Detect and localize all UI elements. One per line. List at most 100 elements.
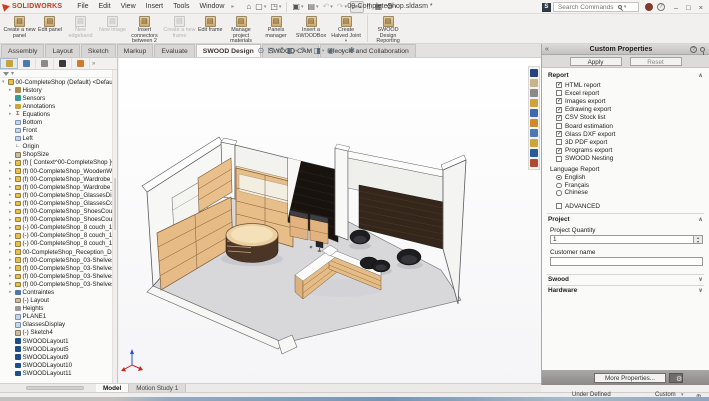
radio-fran-ais[interactable]	[556, 183, 562, 189]
dropdown-caret-icon[interactable]: ▾	[279, 4, 282, 10]
radio-row-english[interactable]: English	[547, 174, 704, 182]
checkbox-row-3d-pdf-export[interactable]: 3D PDF export	[547, 138, 704, 146]
tree-item-plane1[interactable]: PLANE1	[0, 313, 117, 321]
tree-item-swoodlayout5[interactable]: SWOODLayout5	[0, 345, 117, 353]
checkbox-row-html-report[interactable]: ✓HTML report	[547, 81, 704, 89]
tree-item-heights[interactable]: Heights	[0, 305, 117, 313]
tree-item-sketch4[interactable]: (-) Sketch4	[0, 329, 117, 337]
dropdown-caret-icon[interactable]: ▾	[308, 48, 310, 54]
menu-window[interactable]: Window	[194, 3, 229, 10]
welcome-home-icon[interactable]: ⌂	[245, 1, 252, 13]
section-project[interactable]: Project ∧	[547, 213, 704, 225]
tree-scrollbar[interactable]	[112, 70, 117, 383]
tree-item-f-00-completeshop-shoescount[interactable]: ▸(f) 00-CompleteShop_ShoesCounter_3<	[0, 208, 117, 216]
properties-settings-gear-icon[interactable]: ⚙	[669, 373, 683, 383]
3d-viewport-scene[interactable]	[119, 58, 541, 383]
menu-tools[interactable]: Tools	[168, 3, 194, 10]
dropdown-caret-icon[interactable]: ▾	[356, 48, 358, 54]
tree-item-swoodlayout1[interactable]: SWOODLayout1	[0, 337, 117, 345]
checkbox-swood-nesting[interactable]	[556, 156, 562, 162]
radio-chinese[interactable]	[556, 190, 562, 196]
menu-file[interactable]: File	[72, 3, 93, 10]
tree-item-f-00-completeshop-03-shelves[interactable]: ▸(f) 00-CompleteShop_03-Shelves_4<1>	[0, 256, 117, 264]
menu-insert[interactable]: Insert	[141, 3, 169, 10]
tab-assembly[interactable]: Assembly	[1, 44, 44, 57]
create-halved-joint-button[interactable]: ▤Create Halved Joint▾	[329, 15, 364, 43]
dropdown-caret-icon[interactable]: ▾	[335, 48, 337, 54]
dropdown-caret-icon[interactable]: ▾	[345, 39, 347, 43]
tree-item-contraintes[interactable]: ▸Contraintes	[0, 288, 117, 296]
tab-markup[interactable]: Markup	[117, 44, 154, 57]
checkbox-row-programs-export[interactable]: ✓Programs export	[547, 147, 704, 155]
search-box[interactable]: ▾	[553, 2, 639, 12]
more-properties-button[interactable]: More Properties...	[594, 373, 666, 383]
swood-tool-icon-2[interactable]	[530, 79, 538, 87]
collapse-panel-icon[interactable]: «	[542, 46, 552, 53]
section-hardware[interactable]: Hardware∨	[547, 285, 704, 296]
checkbox-row-board-estimation[interactable]: Board estimation	[547, 122, 704, 130]
tab-evaluate[interactable]: Evaluate	[154, 44, 194, 57]
propertymanager-tab[interactable]	[18, 58, 36, 69]
panels-manager-button[interactable]: ▤Panels manager	[259, 15, 294, 39]
chevron-down-icon[interactable]: ∨	[698, 287, 703, 294]
chevron-up-icon[interactable]: ∧	[698, 216, 703, 223]
view-settings-icon[interactable]: ✱▾	[348, 46, 358, 56]
panel-pin-icon[interactable]	[700, 47, 705, 52]
tree-item-00-completeshop-8-couch-1[interactable]: ▸(-) 00-CompleteShop_8 couch_1<3> (D-	[0, 240, 117, 248]
open-document-icon[interactable]: ◳▾	[269, 1, 282, 13]
tree-item-00-completeshop-8-couch-1[interactable]: ▸(-) 00-CompleteShop_8 couch_1<2> (D-	[0, 232, 117, 240]
checkbox-glass-dxf-export[interactable]: ✓	[556, 131, 562, 137]
create-a-new-panel-button[interactable]: ▤Create a new panel	[2, 15, 37, 39]
tree-item-sensors[interactable]: Sensors	[0, 94, 117, 102]
tree-item-left[interactable]: Left	[0, 135, 117, 143]
display-style-icon[interactable]: ◨▾	[313, 46, 324, 56]
quantity-stepper[interactable]: ▲▼	[694, 235, 703, 244]
tree-item-swoodlayout10[interactable]: SWOODLayout10	[0, 361, 117, 369]
user-avatar-icon[interactable]	[645, 3, 653, 11]
checkbox-row-csv-stock-list[interactable]: ✓CSV Stock list	[547, 114, 704, 122]
radio-row-chinese[interactable]: Chinese	[547, 189, 704, 197]
tree-item-equations[interactable]: ▸ΣEquations	[0, 110, 117, 118]
reset-button[interactable]: Reset	[630, 57, 682, 66]
swood-tool-icon-8[interactable]	[530, 139, 538, 147]
tree-item-history[interactable]: ▸History	[0, 86, 117, 94]
tree-item-f-00-completeshop-03-shelves[interactable]: ▸(f) 00-CompleteShop_03-Shelves_5<1>	[0, 264, 117, 272]
tree-item-swoodlayout9[interactable]: SWOODLayout9	[0, 353, 117, 361]
zoom-to-fit-icon[interactable]: ⊙	[258, 46, 265, 56]
chevron-up-icon[interactable]: ∧	[698, 72, 703, 79]
edit-panel-button[interactable]: ▤Edit panel	[37, 15, 63, 34]
restore-button[interactable]: □	[682, 3, 695, 12]
chevron-down-icon[interactable]: ∨	[698, 276, 703, 283]
tree-item-f-00-completeshop-wardrobe-1[interactable]: ▸(f) 00-CompleteShop_Wardrobe_1<2> (	[0, 175, 117, 183]
configurationmanager-tab[interactable]	[36, 58, 54, 69]
featuremanager-tree-tab[interactable]	[0, 58, 18, 69]
checkbox-board-estimation[interactable]	[556, 123, 562, 129]
menu-view[interactable]: View	[116, 3, 141, 10]
tree-item-f-00-completeshop-glassescou[interactable]: ▸(f) 00-CompleteShop_GlassesCounter_6	[0, 199, 117, 207]
dimxpertmanager-tab[interactable]	[54, 58, 72, 69]
edit-appearance-icon[interactable]: ◐	[340, 46, 345, 56]
advanced-checkbox-row[interactable]: ADVANCED	[547, 202, 704, 211]
checkbox-row-swood-nesting[interactable]: SWOOD Nesting	[547, 155, 704, 163]
dropdown-caret-icon[interactable]: ▾	[264, 4, 267, 10]
menu-pin-icon[interactable]: ▸	[231, 3, 234, 10]
apply-button[interactable]: Apply	[570, 57, 622, 66]
tree-item-front[interactable]: Front	[0, 127, 117, 135]
checkbox-row-excel-report[interactable]: Excel report	[547, 89, 704, 97]
tree-scrollbar-thumb[interactable]	[114, 178, 116, 230]
swood-tool-icon-1[interactable]	[530, 69, 538, 77]
tree-item-f-00-completeshop-wardrobe-4[interactable]: ▸(f) 00-CompleteShop_Wardrobe_4<1> (	[0, 183, 117, 191]
edit-frame-button[interactable]: ▤Edit frame	[197, 15, 224, 34]
tree-item-swoodlayout11[interactable]: SWOODLayout11	[0, 369, 117, 377]
tree-tabs-overflow-icon[interactable]: »	[92, 61, 95, 67]
search-caret-icon[interactable]: ▾	[624, 4, 627, 10]
checkbox-row-glass-dxf-export[interactable]: ✓Glass DXF export	[547, 130, 704, 138]
previous-view-icon[interactable]: ↺	[277, 46, 284, 56]
tree-item-00-completeshop-default-def[interactable]: ▾00-CompleteShop (Default) <Default_Disp…	[0, 78, 117, 86]
search-input[interactable]	[556, 3, 618, 12]
dropdown-caret-icon[interactable]: ▾	[322, 48, 324, 54]
tree-item-f-00-completeshop-03-shelves[interactable]: ▸(f) 00-CompleteShop_03-Shelves_6<1>	[0, 272, 117, 280]
annotation-views-icon[interactable]: ✎▾	[300, 46, 310, 56]
minimize-button[interactable]: –	[670, 3, 682, 12]
close-button[interactable]: ×	[695, 3, 707, 12]
